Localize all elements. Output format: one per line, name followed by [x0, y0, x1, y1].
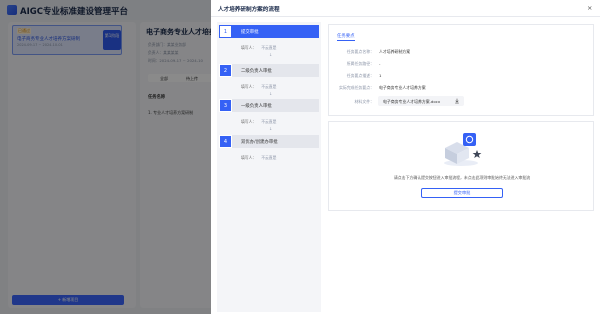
- approval-panel: 请点击下方确认提交按钮进入审批流程，未点击此项则审批始终无法进入审批流 提交审批: [328, 121, 594, 211]
- submit-approval-button[interactable]: 提交审批: [421, 188, 503, 198]
- approval-tip: 请点击下方确认提交按钮进入审批流程，未点击此项则审批始终无法进入审批流: [393, 175, 531, 180]
- arrow-down-icon: ↓: [269, 126, 273, 131]
- modal-title: 人才培养研制方案的流程: [218, 7, 280, 13]
- process-steps: 1 提交审批 填写人： 不云直是 ↓ 2 二级负责人审批 填写人： 不云直是 ↓ 3…: [217, 22, 321, 312]
- info-value: 人才培养研制方案: [379, 49, 411, 54]
- info-row-name: 任务要点名称： 人才培养研制方案: [329, 49, 595, 57]
- step-number: 1: [219, 25, 232, 38]
- step-label: 一级负责人审批: [241, 104, 272, 109]
- file-name[interactable]: 电子商务专业人才培养方案.docx: [383, 99, 440, 105]
- process-modal: 人才培养研制方案的流程 × 1 提交审批 填写人： 不云直是 ↓ 2 二级负责人审…: [211, 0, 600, 314]
- step-label: 提交审批: [241, 30, 259, 35]
- step-header[interactable]: 4 双优办/创建办审批: [219, 135, 319, 148]
- filler-key: 填写人：: [241, 119, 257, 124]
- step-header[interactable]: 2 二级负责人审批: [219, 64, 319, 77]
- step-filler: 填写人： 不云直是: [241, 119, 276, 125]
- step-number: 4: [219, 135, 232, 148]
- info-row-completed: 实际完成任务要点： 电子商务专业人才培养方案: [329, 85, 595, 93]
- filler-value: 不云直是: [261, 119, 277, 124]
- filler-value: 不云直是: [261, 45, 277, 50]
- heading-underline: [337, 40, 355, 41]
- info-key: 实际完成任务要点：: [338, 85, 374, 90]
- info-value: 电子商务专业人才培养方案: [379, 85, 426, 90]
- modal-divider: [211, 16, 600, 17]
- info-key: 任务要点描述：: [346, 73, 374, 78]
- info-key: 所属任务路径：: [346, 61, 374, 66]
- info-value: 1: [379, 73, 382, 78]
- task-info-heading: 任务要点: [337, 34, 355, 39]
- step-number: 2: [219, 64, 232, 77]
- step-number: 3: [219, 99, 232, 112]
- close-icon[interactable]: ×: [587, 5, 592, 12]
- step-header[interactable]: 1 提交审批: [219, 25, 319, 38]
- info-key: 材料文件：: [354, 99, 374, 104]
- filler-key: 填写人：: [241, 45, 257, 50]
- attachment-file[interactable]: 电子商务专业人才培养方案.docx: [378, 96, 464, 106]
- filler-value: 不云直是: [261, 155, 277, 160]
- info-key: 任务要点名称：: [346, 49, 374, 54]
- filler-key: 填写人：: [241, 84, 257, 89]
- empty-state-illustration-icon: [444, 133, 482, 166]
- step-filler: 填写人： 不云直是: [241, 155, 276, 161]
- filler-key: 填写人：: [241, 155, 257, 160]
- arrow-down-icon: ↓: [269, 91, 273, 96]
- filler-value: 不云直是: [261, 84, 277, 89]
- step-filler: 填写人： 不云直是: [241, 45, 276, 51]
- arrow-down-icon: ↓: [269, 52, 273, 57]
- step-filler: 填写人： 不云直是: [241, 84, 276, 90]
- step-label: 双优办/创建办审批: [241, 140, 278, 145]
- step-label: 二级负责人审批: [241, 69, 272, 74]
- info-row-description: 任务要点描述： 1: [329, 73, 595, 81]
- info-row-path: 所属任务路径： -: [329, 61, 595, 69]
- info-value: -: [379, 61, 381, 66]
- download-icon[interactable]: [454, 98, 460, 104]
- step-header[interactable]: 3 一级负责人审批: [219, 99, 319, 112]
